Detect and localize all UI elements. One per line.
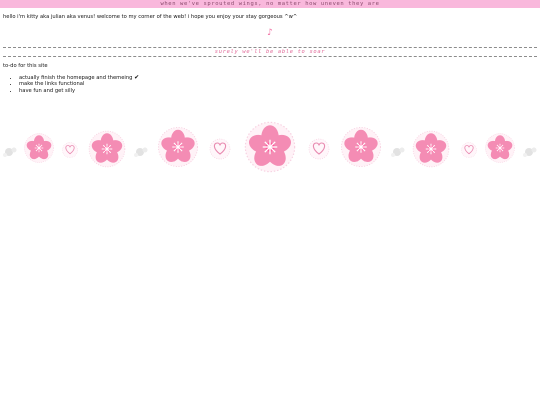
music-note-icon: ♪ xyxy=(267,28,273,38)
checkmark-icon: ✔ xyxy=(134,74,140,81)
list-item: have fun and get silly xyxy=(19,88,540,94)
todo-item-label: have fun and get silly xyxy=(19,87,76,94)
heart-icon xyxy=(461,142,477,158)
flower-icon xyxy=(25,134,54,163)
list-item: make the links functional xyxy=(19,81,540,87)
flower-icon xyxy=(158,127,197,166)
flower-icon xyxy=(486,134,515,163)
todo-item-label: actually finish the homepage and themein… xyxy=(19,75,133,81)
divider-text: surely we'll be able to soar xyxy=(214,49,326,55)
pearl-icon xyxy=(391,147,405,157)
flower-icon xyxy=(413,131,449,167)
banner-text: when we've sprouted wings, no matter how… xyxy=(160,1,380,7)
pearl-icon xyxy=(523,147,537,157)
flower-icon xyxy=(245,122,294,171)
flower-icon xyxy=(89,131,125,167)
todo-list: actually finish the homepage and themein… xyxy=(0,74,540,94)
divider-banner: surely we'll be able to soar xyxy=(3,47,537,57)
top-banner: when we've sprouted wings, no matter how… xyxy=(0,0,540,8)
heart-icon xyxy=(62,142,78,158)
intro-greeting: hello i'm kitty aka julian aka venus! we… xyxy=(3,14,298,20)
list-item: actually finish the homepage and themein… xyxy=(19,74,540,81)
pearl-icon xyxy=(134,147,148,157)
heart-icon xyxy=(308,138,330,160)
flower-icon xyxy=(341,127,380,166)
todo-title: to-do for this site xyxy=(3,63,48,69)
pearl-icon xyxy=(3,147,17,157)
flower-border xyxy=(3,118,537,182)
todo-item-label: make the links functional xyxy=(19,81,85,88)
heart-icon xyxy=(209,138,231,160)
